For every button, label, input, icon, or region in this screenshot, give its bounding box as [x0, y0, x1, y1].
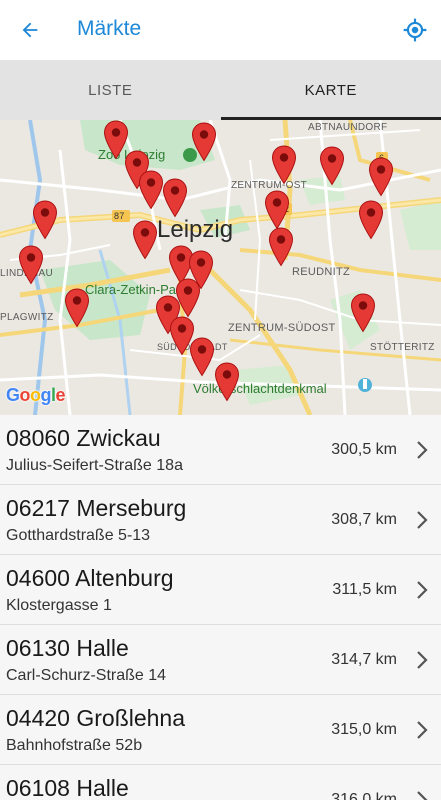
store-street: Carl-Schurz-Straße 14 — [6, 667, 167, 684]
store-marker-icon[interactable] — [268, 227, 294, 267]
store-marker-icon[interactable] — [191, 122, 217, 162]
store-marker-icon[interactable] — [64, 288, 90, 328]
chevron-right-icon — [417, 511, 428, 529]
stoetteritz-label: STÖTTERITZ — [370, 342, 435, 353]
zentrum-suedost-label: ZENTRUM-SÜDOST — [228, 322, 336, 334]
store-street: Julius-Seifert-Straße 18a — [6, 457, 183, 474]
my-location-icon[interactable] — [399, 14, 431, 46]
abtnaundorf-label: ABTNAUNDORF — [308, 122, 388, 133]
arrow-back-icon[interactable] — [14, 14, 46, 46]
store-name: 08060 Zwickau — [6, 425, 161, 451]
store-distance: 314,7 km — [331, 651, 397, 668]
store-name: 04420 Großlehna — [6, 705, 186, 731]
store-marker-icon[interactable] — [319, 146, 345, 186]
list-item[interactable]: 08060 Zwickau Julius-Seifert-Straße 18a … — [0, 415, 441, 485]
top-app-bar: Märkte — [0, 0, 441, 60]
chevron-right-icon — [417, 581, 428, 599]
plagwitz-label: PLAGWITZ — [0, 312, 54, 323]
tab-liste[interactable]: LISTE — [0, 60, 221, 120]
store-marker-icon[interactable] — [214, 362, 240, 402]
page-title: Märkte — [77, 17, 142, 40]
store-name: 04600 Altenburg — [6, 565, 174, 591]
store-list: 08060 Zwickau Julius-Seifert-Straße 18a … — [0, 415, 441, 800]
chevron-right-icon — [417, 651, 428, 669]
store-marker-icon[interactable] — [138, 170, 164, 210]
store-name: 06108 Halle — [6, 775, 129, 800]
list-item[interactable]: 06217 Merseburg Gotthardstraße 5-13 308,… — [0, 485, 441, 555]
store-marker-icon[interactable] — [264, 190, 290, 230]
tab-bar: LISTE KARTE — [0, 60, 441, 120]
store-marker-icon[interactable] — [162, 178, 188, 218]
store-marker-icon[interactable] — [32, 200, 58, 240]
store-street: Bahnhofstraße 52b — [6, 737, 143, 754]
store-distance: 315,0 km — [331, 721, 397, 738]
store-name: 06217 Merseburg — [6, 495, 187, 521]
list-item[interactable]: 04420 Großlehna Bahnhofstraße 52b 315,0 … — [0, 695, 441, 765]
store-marker-icon[interactable] — [368, 157, 394, 197]
reudnitz-label: REUDNITZ — [292, 266, 351, 278]
list-item[interactable]: 04600 Altenburg Klostergasse 1 311,5 km — [0, 555, 441, 625]
store-distance: 316,0 km — [331, 791, 397, 800]
store-marker-icon[interactable] — [189, 337, 215, 377]
store-marker-icon[interactable] — [358, 200, 384, 240]
store-name: 06130 Halle — [6, 635, 129, 661]
chevron-right-icon — [417, 441, 428, 459]
store-marker-icon[interactable] — [132, 220, 158, 260]
map-view[interactable]: 87 6 2 Zoo Leipzig ABTNAUNDORF ZENTRUM-O… — [0, 120, 441, 415]
chevron-right-icon — [417, 721, 428, 739]
tab-karte[interactable]: KARTE — [220, 60, 441, 120]
list-item[interactable]: 06130 Halle Carl-Schurz-Straße 14 314,7 … — [0, 625, 441, 695]
store-marker-icon[interactable] — [271, 145, 297, 185]
app-screen: Märkte LISTE KARTE 87 Zoo ABTNAUNDORF ZE… — [0, 0, 441, 800]
city-label: Leipzig — [157, 216, 234, 243]
store-distance: 308,7 km — [331, 511, 397, 528]
chevron-right-icon — [417, 791, 428, 800]
store-distance: 300,5 km — [331, 441, 397, 458]
store-marker-icon[interactable] — [18, 245, 44, 285]
store-marker-icon[interactable] — [350, 293, 376, 333]
store-distance: 311,5 km — [332, 581, 397, 598]
store-street: Gotthardstraße 5-13 — [6, 527, 151, 544]
list-item[interactable]: 06108 Halle 316,0 km — [0, 765, 441, 800]
store-street: Klostergasse 1 — [6, 597, 112, 614]
google-logo: Google — [6, 385, 66, 405]
road-87-label: 87 — [114, 211, 125, 221]
